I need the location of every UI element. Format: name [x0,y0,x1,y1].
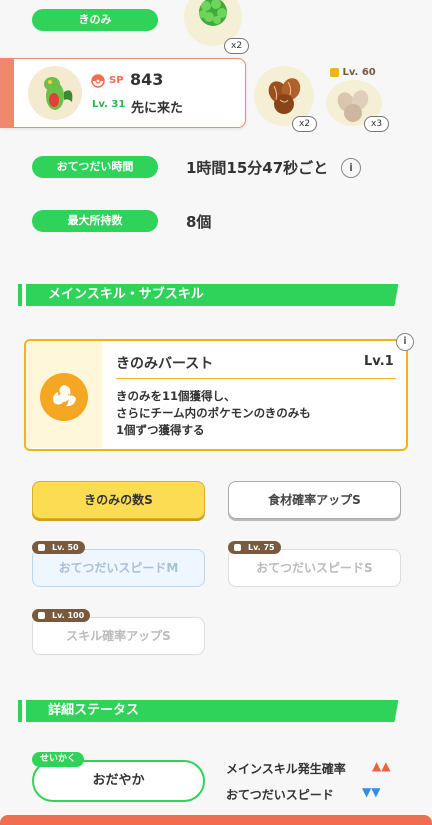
help-time-label: おてつだい時間 [32,156,158,178]
lock-level-text: Lv. 50 [52,543,79,552]
bottom-bar [0,815,432,825]
details-section-title: 詳細ステータス [26,700,410,722]
berry-item[interactable]: x2 [184,0,250,54]
berry-qty-badge: x2 [224,38,250,54]
main-skill-card[interactable]: きのみバースト Lv.1 きのみを11個獲得し、 さらにチーム内のポケモンのきの… [24,339,408,451]
main-skill-name: きのみバースト [116,356,214,372]
nature-down-mark: ▼▼ [362,785,381,799]
lock-level-text: Lv. 100 [52,611,85,620]
pokeball-icon [91,74,105,88]
pokemon-level: Lv. 31 [92,99,126,110]
ingredient-unlock-text: Lv. 60 [342,67,376,78]
help-time-value: 1時間15分47秒ごと [186,159,329,177]
nature-value: おだやか [92,773,145,788]
lock-level-text: Lv. 75 [248,543,275,552]
skill-info-icon[interactable]: i [396,333,414,351]
ingredient-item-1[interactable]: x2 [254,66,318,132]
nature-down-stat: おてつだいスピード [226,788,334,802]
nature-up-mark: ▲▲ [372,759,391,773]
sub-skill-ingredient-finder[interactable]: 食材確率アップS [228,481,401,519]
max-carry-value: 8個 [186,213,212,231]
sp-label: SP [109,75,124,86]
card-accent-bar [0,58,14,128]
lock-icon [38,612,45,619]
ingredient-qty-2: x3 [364,116,390,132]
berries-label: きのみ [32,9,158,31]
sub-skill-berry-count[interactable]: きのみの数S [32,481,205,519]
pokemon-card[interactable]: SP 843 Lv. 31 先に来た [0,58,246,128]
lock-icon [38,544,45,551]
ingredient-item-2[interactable]: x3 [326,80,390,132]
skills-section-title: メインスキル・サブスキル [26,284,410,306]
sp-value: 843 [130,70,164,89]
pokemon-nickname: 先に来た [131,101,184,116]
main-skill-level: Lv.1 [364,354,394,369]
info-icon[interactable]: i [341,158,361,178]
details-section-mark [18,700,22,722]
nature-tag: せいかく [32,752,85,767]
ingredient-unlock-level: Lv. 60 [330,67,376,78]
lock-tag-lv50: Lv. 50 [32,541,85,554]
treecko-icon [44,77,73,110]
pokemon-avatar [28,66,82,120]
sub-skill-helping-speed-s[interactable]: おてつだいスピードS [228,549,401,587]
desc-line-3: 1個ずつ獲得する [116,423,205,437]
desc-line-1: きのみを11個獲得し、 [116,389,236,403]
skills-section-mark [18,284,22,306]
sub-skill-skill-trigger-s[interactable]: スキル確率アップS [32,617,205,655]
skill-divider [116,378,396,379]
berry-burst-icon [40,373,88,421]
lock-tag-lv100: Lv. 100 [32,609,91,622]
ingredient-qty-1: x2 [292,116,318,132]
lock-icon [330,67,339,77]
lock-tag-lv75: Lv. 75 [228,541,281,554]
desc-line-2: さらにチーム内のポケモンのきのみも [116,406,311,420]
max-carry-label: 最大所持数 [32,210,158,232]
nature-up-stat: メインスキル発生確率 [226,762,346,776]
sub-skill-helping-speed-m[interactable]: おてつだいスピードM [32,549,205,587]
lock-icon [234,544,241,551]
main-skill-description: きのみを11個獲得し、 さらにチーム内のポケモンのきのみも 1個ずつ獲得する [116,388,311,439]
skill-icon-panel [26,341,102,448]
